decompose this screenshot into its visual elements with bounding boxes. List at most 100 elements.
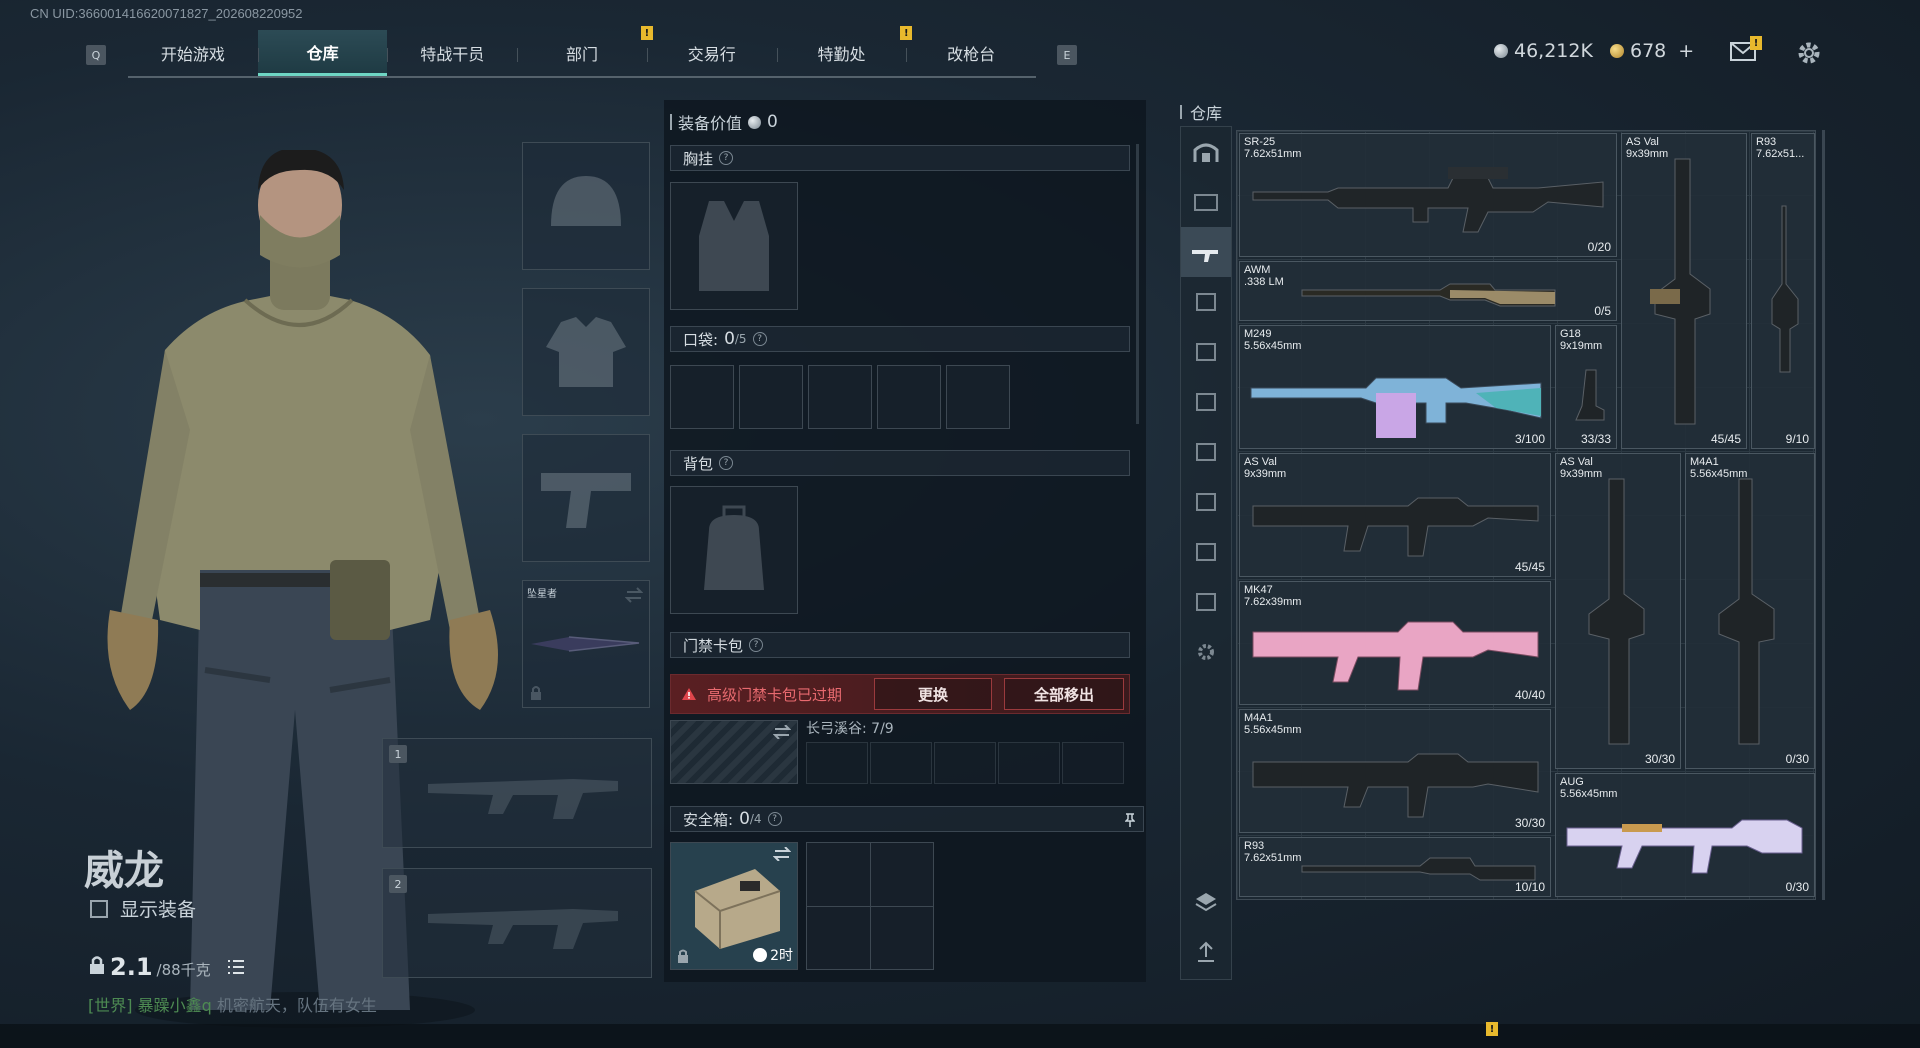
category-collectibles-icon[interactable] — [1181, 577, 1231, 627]
rifle-silhouette-icon — [428, 779, 618, 819]
uid-label: CN UID:366001416620071827_202608220952 — [30, 6, 303, 21]
silver-currency[interactable]: 46,212K — [1494, 40, 1593, 62]
show-equipment-checkbox[interactable] — [90, 899, 108, 918]
stack-layers-icon[interactable] — [1181, 877, 1231, 927]
item-m249[interactable]: M249 5.56x45mm 3/100 — [1239, 325, 1551, 449]
item-r93[interactable]: R93 7.62x51mm 10/10 — [1239, 837, 1551, 897]
item-ammo: 30/30 — [1644, 752, 1675, 766]
tab-start-game[interactable]: 开始游戏 — [128, 30, 258, 76]
pin-icon[interactable] — [1125, 813, 1135, 827]
q-key-hint[interactable]: Q — [86, 45, 106, 65]
warning-icon — [682, 688, 696, 700]
keycard-slot[interactable] — [806, 742, 868, 784]
list-icon[interactable] — [227, 959, 245, 975]
m4a1-rifle-icon — [1718, 478, 1775, 745]
keycard-slot[interactable] — [870, 742, 932, 784]
warehouse-title: 仓库 — [1190, 104, 1223, 123]
item-g18[interactable]: G18 9x19mm 33/33 — [1555, 325, 1617, 449]
category-backpack-icon[interactable] — [1181, 327, 1231, 377]
helmet-slot[interactable] — [522, 142, 650, 270]
tab-label: 交易行 — [687, 45, 736, 64]
tab-trading[interactable]: 交易行 — [646, 30, 777, 76]
safebox-slot[interactable]: 2时 — [670, 842, 798, 970]
keycard-slot[interactable] — [998, 742, 1060, 784]
pocket-slot[interactable] — [877, 365, 941, 429]
item-as-val[interactable]: AS Val 9x39mm 30/30 — [1555, 453, 1681, 769]
keycard-slot[interactable] — [934, 742, 996, 784]
item-r93[interactable]: R93 7.62x51... 9/10 — [1751, 133, 1815, 449]
tab-label: 开始游戏 — [160, 45, 225, 64]
item-sr25[interactable]: SR-25 7.62x51mm 0/20 — [1239, 133, 1617, 257]
scrollbar[interactable] — [1136, 144, 1139, 424]
m249-machine-gun-icon — [1250, 377, 1542, 438]
item-ammo: 45/45 — [1514, 560, 1545, 574]
category-medical-icon[interactable] — [1181, 477, 1231, 527]
help-icon[interactable]: ? — [749, 638, 764, 652]
pistol-slot[interactable] — [522, 434, 650, 562]
tab-operators[interactable]: 特战干员 — [387, 30, 517, 76]
item-name: G18 9x19mm — [1560, 328, 1603, 352]
item-as-val[interactable]: AS Val 9x39mm 45/45 — [1621, 133, 1747, 449]
keycard-slot[interactable] — [1062, 742, 1124, 784]
warehouse-scrollbar[interactable] — [1822, 130, 1825, 900]
tab-department[interactable]: ! 部门 — [517, 26, 653, 76]
remove-all-button[interactable]: 全部移出 — [1004, 678, 1124, 710]
melee-slot[interactable]: 坠星者 — [522, 580, 650, 708]
item-m4a1[interactable]: M4A1 5.56x45mm 0/30 — [1685, 453, 1815, 769]
category-gun-case-icon[interactable] — [1181, 177, 1231, 227]
replace-button[interactable]: 更换 — [874, 678, 992, 710]
silver-coin-icon — [1494, 44, 1508, 58]
armor-slot[interactable] — [522, 288, 650, 416]
category-all-icon[interactable] — [1181, 127, 1231, 177]
weight-max: /88千克 — [156, 961, 211, 979]
add-gold-button[interactable]: + — [1678, 40, 1694, 62]
mk47-rifle-icon — [1252, 621, 1539, 691]
safebox-grid[interactable] — [806, 842, 934, 970]
category-ammo-icon[interactable] — [1181, 427, 1231, 477]
category-weapons-icon[interactable] — [1181, 227, 1231, 277]
bottom-bar: ! — [0, 1022, 1920, 1048]
item-m4a1[interactable]: M4A1 5.56x45mm 30/30 — [1239, 709, 1551, 833]
r93-rifle-icon — [1301, 857, 1536, 881]
world-chat-line[interactable]: [世界] 暴躁小鑫q 机密航天，队伍有女生 — [88, 992, 377, 1016]
primary-weapon-slot-1[interactable]: 1 — [382, 738, 652, 848]
primary-weapon-slot-2[interactable]: 2 — [382, 868, 652, 978]
backpack-slot[interactable] — [670, 486, 798, 614]
sort-arrow-icon[interactable] — [1181, 927, 1231, 977]
item-awm[interactable]: AWM .338 LM 0/5 — [1239, 261, 1617, 321]
chest-rig-slot[interactable] — [670, 182, 798, 310]
tab-gunsmith[interactable]: 改枪台 — [906, 30, 1036, 76]
settings-gear-icon[interactable] — [1796, 40, 1822, 70]
swap-icon[interactable] — [773, 847, 791, 861]
item-aug[interactable]: AUG 5.56x45mm 0/30 — [1555, 773, 1815, 897]
weight-lock-icon — [90, 956, 104, 974]
show-equipment-toggle[interactable]: 显示装备 — [90, 895, 196, 922]
help-icon[interactable]: ? — [767, 812, 782, 826]
item-mk47[interactable]: MK47 7.62x39mm 40/40 — [1239, 581, 1551, 705]
gold-currency[interactable]: 678 + — [1610, 40, 1694, 62]
help-icon[interactable]: ? — [719, 151, 734, 165]
keycard-case-slot[interactable] — [670, 720, 798, 784]
help-icon[interactable]: ? — [719, 456, 734, 470]
category-armor-icon[interactable] — [1181, 277, 1231, 327]
category-rig-icon[interactable] — [1181, 377, 1231, 427]
pocket-slot[interactable] — [739, 365, 803, 429]
chat-channel: [世界] — [88, 996, 133, 1015]
e-key-hint[interactable]: E — [1057, 45, 1077, 65]
item-ammo: 3/100 — [1514, 432, 1545, 446]
tab-label: 仓库 — [306, 43, 339, 63]
tab-warehouse[interactable]: 仓库 — [257, 30, 388, 76]
item-as-val[interactable]: AS Val 9x39mm 45/45 — [1239, 453, 1551, 577]
pocket-slot[interactable] — [670, 365, 734, 429]
pocket-slot[interactable] — [808, 365, 872, 429]
item-ammo: 9/10 — [1785, 432, 1809, 446]
mail-icon[interactable]: ! — [1730, 36, 1762, 66]
pocket-slot[interactable] — [946, 365, 1010, 429]
swap-icon[interactable] — [773, 725, 791, 739]
chest-rig-label: 胸挂 — [683, 149, 714, 168]
swap-icon[interactable] — [625, 587, 643, 603]
category-keys-icon[interactable] — [1181, 527, 1231, 577]
category-settings-gear-icon[interactable] — [1181, 627, 1231, 677]
help-icon[interactable]: ? — [752, 332, 767, 346]
tab-special-ops[interactable]: ! 特勤处 — [776, 26, 913, 76]
